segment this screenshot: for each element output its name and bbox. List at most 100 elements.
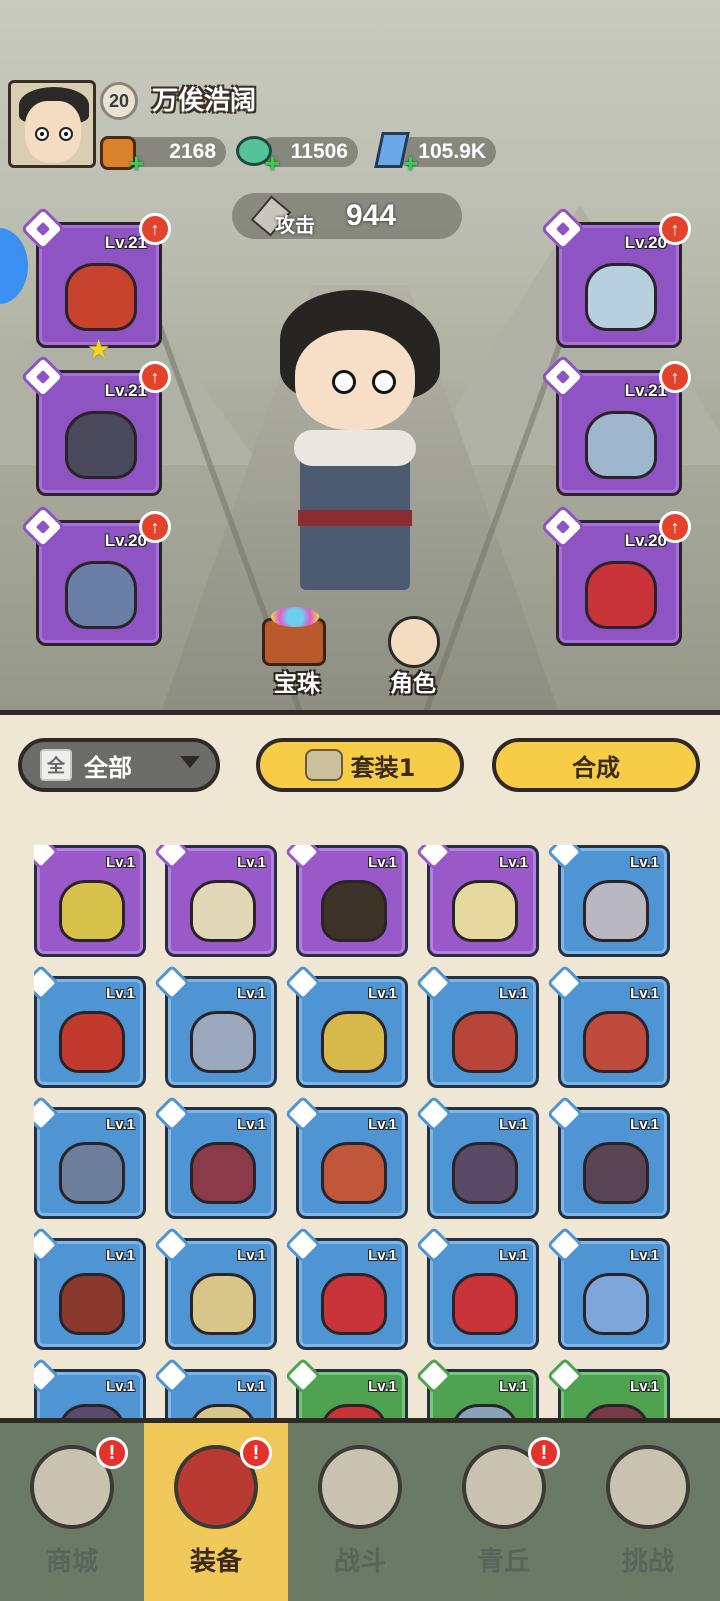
inventory-item[interactable]: Lv.1 (284, 845, 408, 957)
inventory-item[interactable]: Lv.1 (546, 1357, 670, 1425)
nav-tab-2[interactable]: 战斗 (288, 1423, 432, 1601)
upgrade-arrow-icon[interactable]: ↑ (139, 511, 171, 543)
gem-chest-icon[interactable] (262, 607, 326, 666)
equipment-icon (321, 1142, 387, 1204)
inventory-item[interactable]: Lv.1 (34, 1095, 146, 1219)
item-type-icon (415, 1095, 453, 1133)
equipment-icon (321, 1273, 387, 1335)
nav-tab-1[interactable]: 装备! (144, 1423, 288, 1601)
item-type-icon (415, 1357, 453, 1395)
equipment-icon (583, 880, 649, 942)
item-level: Lv.1 (630, 985, 659, 1002)
nav-tab-4[interactable]: 挑战 (576, 1423, 720, 1601)
equipment-icon (452, 1011, 518, 1073)
hero-character[interactable] (260, 290, 450, 620)
nav-tab-label: 战斗 (333, 1547, 386, 1577)
item-type-icon (415, 845, 453, 871)
item-level: Lv.1 (106, 1116, 135, 1133)
upgrade-arrow-icon[interactable]: ↑ (659, 361, 691, 393)
item-type-icon (546, 1095, 584, 1133)
item-level: Lv.1 (106, 1247, 135, 1264)
armor-icon (65, 411, 137, 479)
item-type-icon (34, 845, 60, 871)
gems-button[interactable]: 宝珠 (274, 664, 320, 698)
inventory-item[interactable]: Lv.1 (284, 1357, 408, 1425)
equipment-icon (583, 1011, 649, 1073)
upgrade-arrow-icon[interactable]: ↑ (139, 213, 171, 245)
inventory-item[interactable]: Lv.1 (153, 845, 277, 957)
item-type-icon (153, 964, 191, 1002)
equipped-slot-boots[interactable]: Lv.21 ↑ (540, 354, 691, 496)
attack-label: 攻击 (275, 213, 315, 237)
character-icon[interactable] (388, 616, 440, 668)
equipment-icon (452, 1142, 518, 1204)
inventory-item[interactable]: Lv.1 (153, 1226, 277, 1350)
item-level: Lv.1 (237, 1247, 266, 1264)
equipped-slot-amulet[interactable]: Lv.20 ↑ (540, 504, 691, 646)
gold-bag-icon[interactable]: + (96, 128, 144, 176)
upgrade-arrow-icon[interactable]: ↑ (659, 511, 691, 543)
nav-tab-0[interactable]: 商城! (0, 1423, 144, 1601)
inventory-item[interactable]: Lv.1 (284, 1226, 408, 1350)
inventory-item[interactable]: Lv.1 (415, 1095, 539, 1219)
inventory-item[interactable]: Lv.1 (415, 1357, 539, 1425)
bottom-nav: 商城! 装备! 战斗 青丘! 挑战 (0, 1418, 720, 1601)
player-avatar[interactable] (8, 80, 96, 168)
inventory-item[interactable]: Lv.1 (415, 1226, 539, 1350)
item-type-icon (153, 1357, 191, 1395)
jade-dragon-icon[interactable]: + (232, 128, 280, 176)
item-level: Lv.1 (499, 854, 528, 871)
item-type-icon (34, 1226, 60, 1264)
inventory-item[interactable]: Lv.1 (34, 845, 146, 957)
inventory-item[interactable]: Lv.1 (546, 1095, 670, 1219)
inventory-item[interactable]: Lv.1 (153, 1357, 277, 1425)
equipped-slot-weapon[interactable]: Lv.21 ↑ ★ (20, 206, 171, 365)
inventory-item[interactable]: Lv.1 (153, 1095, 277, 1219)
inventory-item[interactable]: Lv.1 (415, 964, 539, 1088)
equipment-icon (452, 1273, 518, 1335)
item-type-icon (546, 1226, 584, 1264)
equipped-slot-armor[interactable]: Lv.21 ↑ (20, 354, 171, 496)
set-button[interactable]: 套装1 (256, 738, 464, 792)
inventory-item[interactable]: Lv.1 (34, 964, 146, 1088)
item-type-icon (415, 1226, 453, 1264)
inventory-item[interactable]: Lv.1 (284, 1095, 408, 1219)
inventory-item[interactable]: Lv.1 (415, 845, 539, 957)
inventory-item[interactable]: Lv.1 (546, 1226, 670, 1350)
item-type-icon (34, 1357, 60, 1395)
inventory-item[interactable]: Lv.1 (284, 964, 408, 1088)
equipped-slot-belt[interactable]: Lv.20 ↑ (540, 206, 691, 348)
filter-dropdown[interactable]: 全 全部 (18, 738, 220, 792)
armor-set-icon (304, 749, 343, 781)
player-level-badge: 20 (100, 82, 138, 120)
belt-icon (585, 263, 657, 331)
item-level: Lv.1 (237, 1378, 266, 1395)
character-button[interactable]: 角色 (390, 664, 436, 698)
player-name: 万俟浩阔 (152, 86, 257, 116)
battle-icon (318, 1445, 402, 1529)
equipped-slot-ring[interactable]: Lv.20 ↑ (20, 504, 171, 646)
nav-tab-label: 装备 (189, 1547, 242, 1577)
upgrade-arrow-icon[interactable]: ↑ (139, 361, 171, 393)
inventory-item[interactable]: Lv.1 (34, 1226, 146, 1350)
item-level: Lv.1 (630, 1116, 659, 1133)
equipment-icon (321, 1011, 387, 1073)
equipment-icon (452, 880, 518, 942)
item-level: Lv.1 (237, 854, 266, 871)
crystal-icon[interactable]: + (370, 128, 418, 176)
upgrade-arrow-icon[interactable]: ↑ (659, 213, 691, 245)
item-level: Lv.1 (237, 1116, 266, 1133)
equipment-icon (190, 880, 256, 942)
equipment-icon (59, 1011, 125, 1073)
item-type-icon (284, 1357, 322, 1395)
inventory-item[interactable]: Lv.1 (546, 845, 670, 957)
nav-tab-3[interactable]: 青丘! (432, 1423, 576, 1601)
equipment-icon (59, 880, 125, 942)
equipment-icon (583, 1142, 649, 1204)
inventory-item[interactable]: Lv.1 (153, 964, 277, 1088)
equipment-icon (59, 1142, 125, 1204)
item-level: Lv.1 (368, 1116, 397, 1133)
inventory-item[interactable]: Lv.1 (546, 964, 670, 1088)
inventory-item[interactable]: Lv.1 (34, 1357, 146, 1425)
synthesize-button[interactable]: 合成 (492, 738, 700, 792)
